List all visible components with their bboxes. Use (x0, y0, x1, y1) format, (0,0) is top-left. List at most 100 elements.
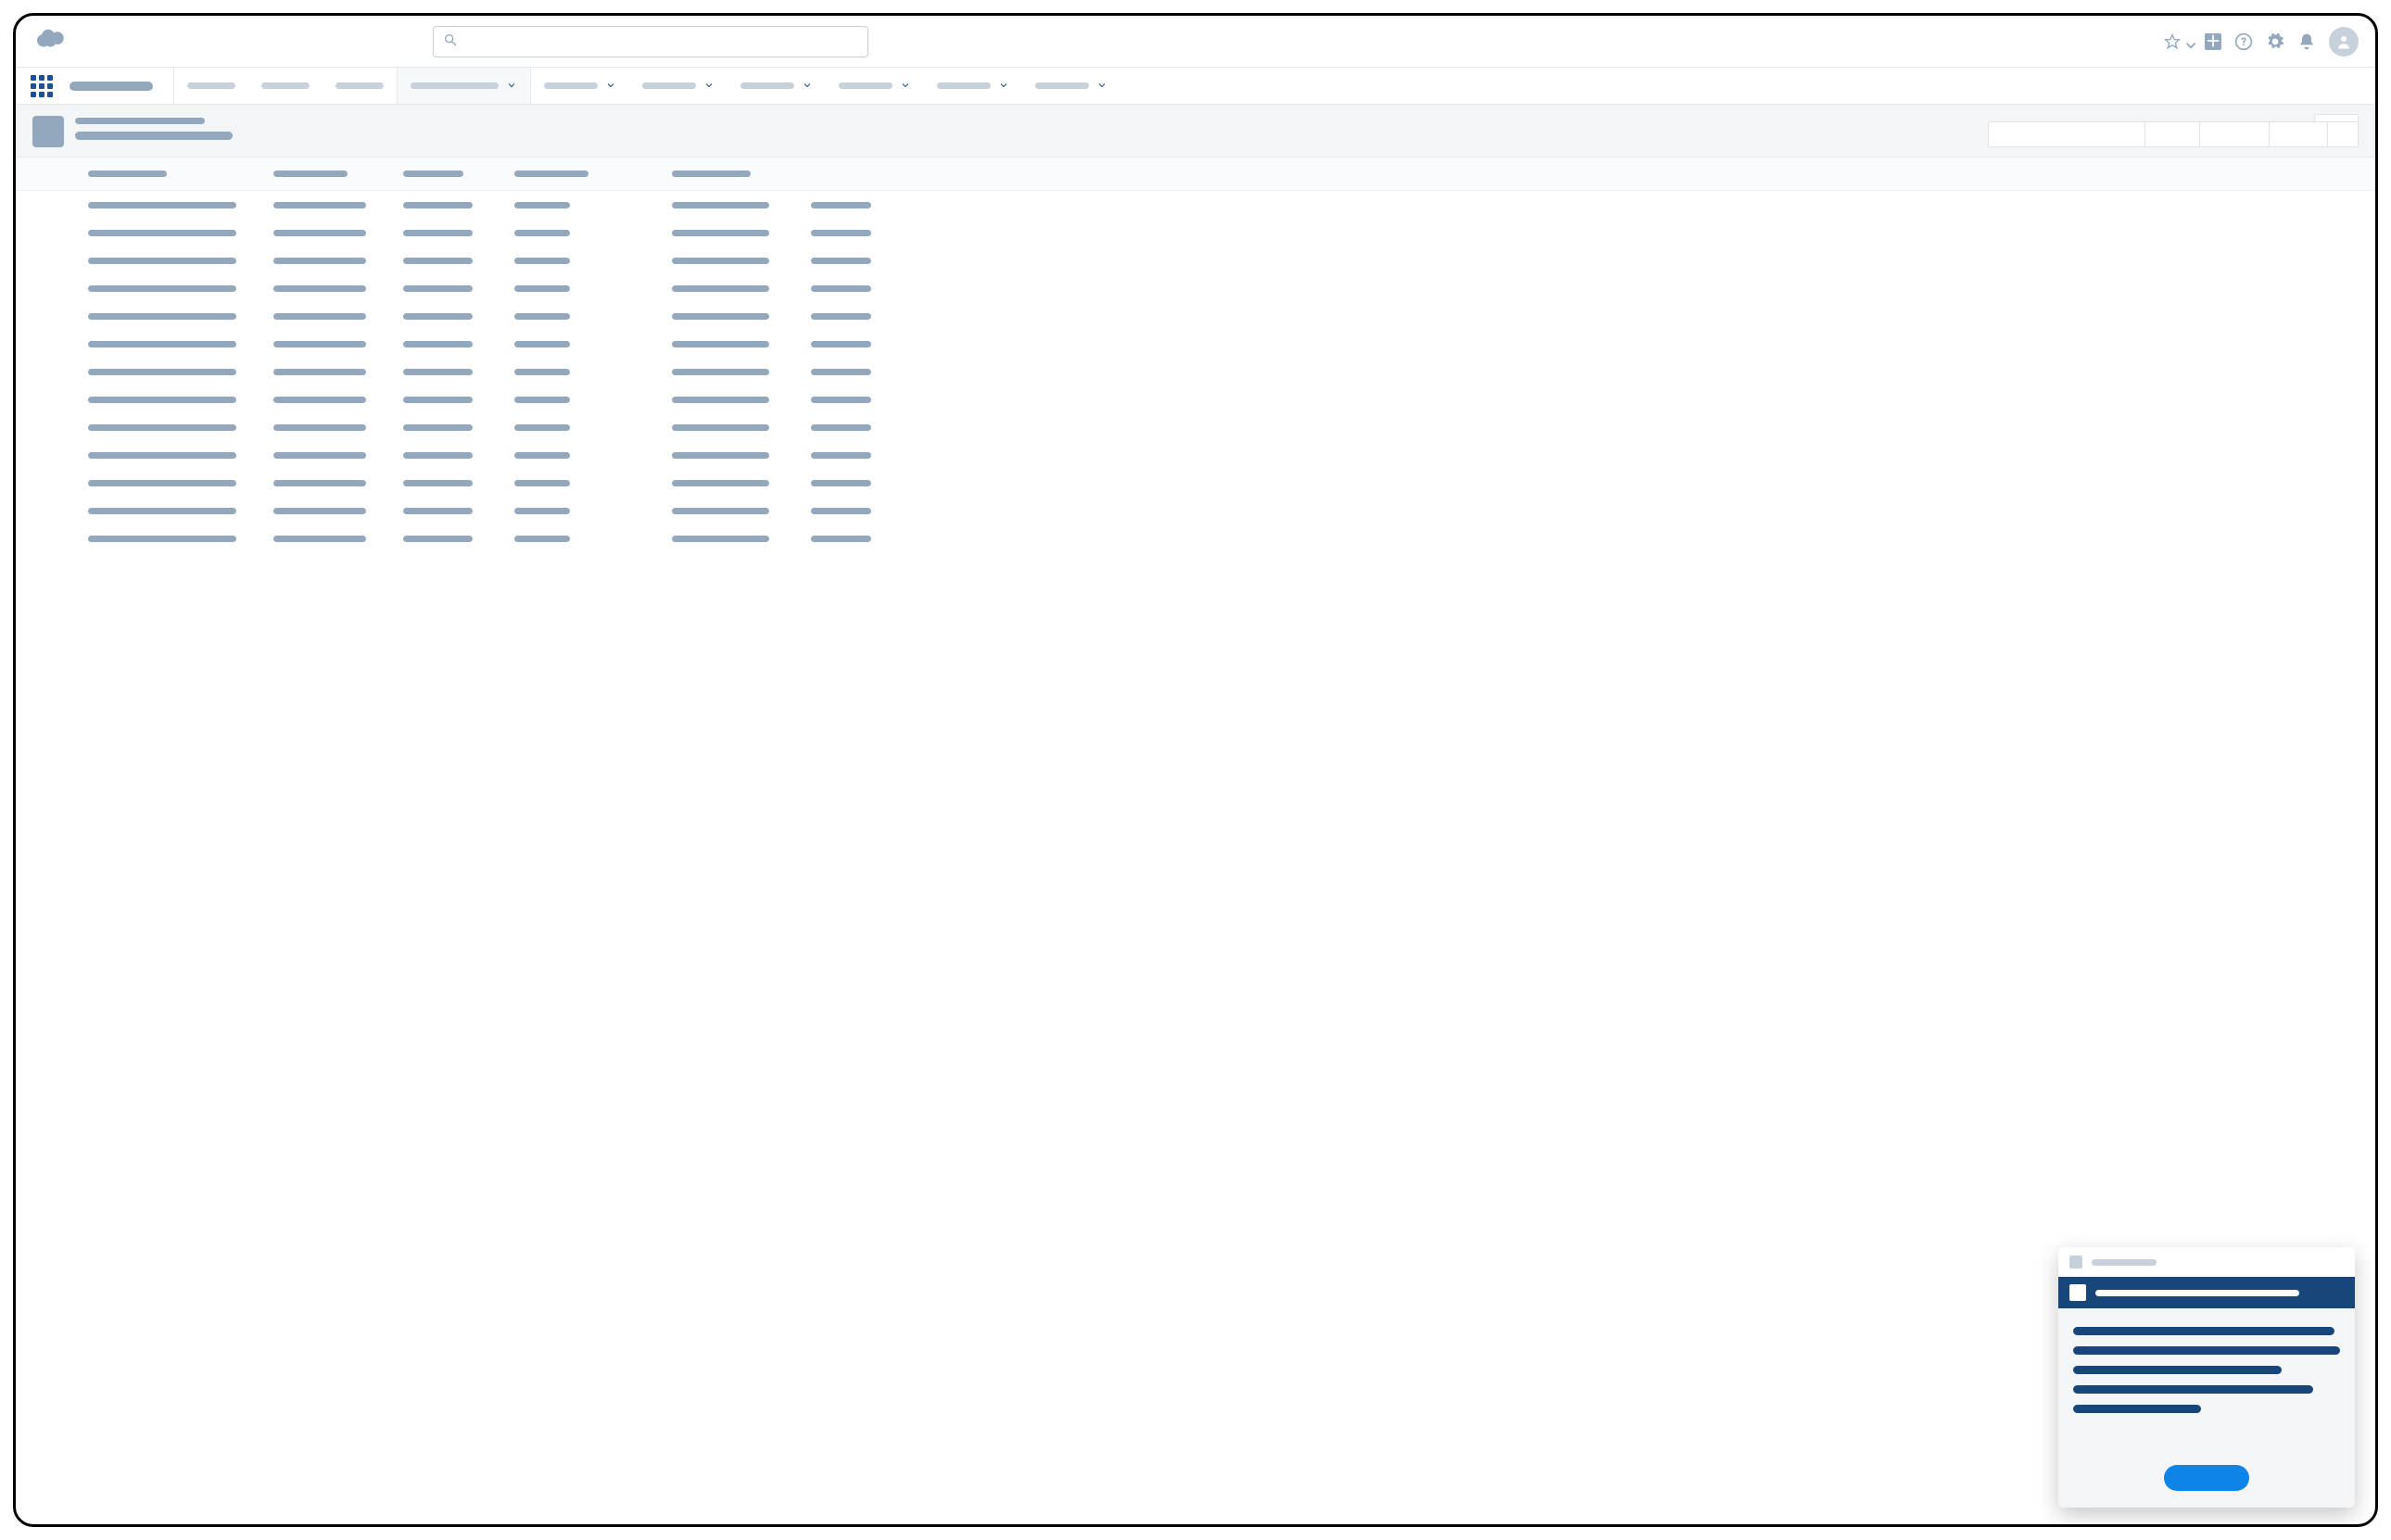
panel-primary-button[interactable] (2164, 1465, 2249, 1491)
nav-tab[interactable] (531, 68, 629, 104)
table-cell (514, 536, 672, 542)
table-cell (811, 536, 894, 542)
table-cell (811, 341, 894, 347)
profile-avatar[interactable]: profile (2329, 27, 2359, 57)
table-cell (273, 258, 403, 264)
table-row[interactable] (16, 524, 2375, 552)
docked-panel-header[interactable] (2058, 1247, 2355, 1277)
table-cell (403, 536, 514, 542)
global-add-button[interactable]: ＋add (2205, 33, 2221, 50)
table-cell (88, 508, 273, 514)
action-segment[interactable] (2327, 121, 2359, 147)
favorites-button[interactable]: favorites (2164, 33, 2192, 50)
table-cell (403, 285, 514, 292)
app-launcher-icon[interactable] (21, 68, 62, 104)
panel-band-label (2095, 1290, 2299, 1296)
table-cell (403, 508, 514, 514)
panel-body-line (2073, 1366, 2282, 1374)
nav-tab[interactable] (248, 68, 323, 104)
table-cell (514, 202, 672, 208)
nav-tabs (174, 68, 1120, 104)
table-row[interactable] (16, 469, 2375, 497)
nav-tab[interactable] (174, 68, 248, 104)
table-row[interactable] (16, 302, 2375, 330)
chevron-down-icon (998, 77, 1009, 95)
svg-text:?: ? (2241, 35, 2246, 48)
action-segment[interactable] (2199, 121, 2270, 147)
table-row[interactable] (16, 246, 2375, 274)
table-cell (403, 202, 514, 208)
table-cell (514, 341, 672, 347)
column-header[interactable] (88, 170, 273, 177)
panel-body-line (2073, 1346, 2340, 1355)
table-cell (514, 480, 672, 486)
nav-tab[interactable] (1022, 68, 1120, 104)
table-cell (672, 285, 811, 292)
nav-tab[interactable] (629, 68, 727, 104)
table-cell (514, 424, 672, 431)
table-cell (403, 258, 514, 264)
panel-body-line (2073, 1385, 2313, 1394)
table-cell (514, 285, 672, 292)
table-cell (273, 480, 403, 486)
table-cell (811, 397, 894, 403)
global-search[interactable] (433, 26, 868, 57)
table-row[interactable] (16, 219, 2375, 246)
table-row[interactable] (16, 385, 2375, 413)
table-row[interactable] (16, 413, 2375, 441)
table-cell (672, 397, 811, 403)
search-input[interactable] (465, 27, 858, 57)
header-actions: favorites ＋add ? help setup notification… (2164, 27, 2359, 57)
help-icon[interactable]: ? help (2234, 32, 2253, 51)
nav-tab[interactable] (727, 68, 826, 104)
table-row[interactable] (16, 274, 2375, 302)
chevron-down-icon (506, 77, 517, 95)
table-row[interactable] (16, 358, 2375, 385)
table-row[interactable] (16, 330, 2375, 358)
table-cell (88, 230, 273, 236)
table-cell (273, 508, 403, 514)
table-body (16, 191, 2375, 552)
panel-body-line (2073, 1405, 2201, 1413)
action-segment[interactable] (2144, 121, 2200, 147)
table-cell (811, 202, 894, 208)
nav-tab-active[interactable] (397, 67, 531, 104)
setup-gear-icon[interactable]: setup (2266, 32, 2284, 51)
table-cell (811, 452, 894, 459)
notifications-bell-icon[interactable]: notifications (2297, 32, 2316, 51)
table-cell (672, 369, 811, 375)
table-cell (88, 341, 273, 347)
table-cell (811, 424, 894, 431)
table-row[interactable] (16, 441, 2375, 469)
table-cell (672, 341, 811, 347)
table-cell (88, 452, 273, 459)
table-cell (273, 424, 403, 431)
action-segment[interactable] (2269, 121, 2328, 147)
nav-bar (16, 68, 2375, 105)
page-header-actions (1988, 121, 2359, 147)
table-cell (811, 313, 894, 320)
column-header[interactable] (403, 170, 514, 177)
data-table (16, 158, 2375, 1524)
docked-panel-body (2058, 1308, 2355, 1508)
column-header[interactable] (514, 170, 672, 177)
panel-body-line (2073, 1327, 2334, 1335)
table-cell (273, 313, 403, 320)
nav-tab[interactable] (323, 68, 397, 104)
column-header[interactable] (672, 170, 811, 177)
table-row[interactable] (16, 497, 2375, 524)
nav-tab[interactable] (826, 68, 924, 104)
table-cell (88, 258, 273, 264)
table-cell (273, 452, 403, 459)
table-row[interactable] (16, 191, 2375, 219)
column-header[interactable] (273, 170, 403, 177)
table-cell (273, 202, 403, 208)
table-cell (672, 202, 811, 208)
action-segment[interactable] (1988, 121, 2145, 147)
table-cell (811, 508, 894, 514)
nav-tab[interactable] (924, 68, 1022, 104)
chevron-down-icon (2182, 37, 2192, 46)
salesforce-cloud-logo-icon (32, 27, 70, 57)
panel-header-label (2092, 1259, 2157, 1266)
chevron-down-icon (1096, 77, 1107, 95)
